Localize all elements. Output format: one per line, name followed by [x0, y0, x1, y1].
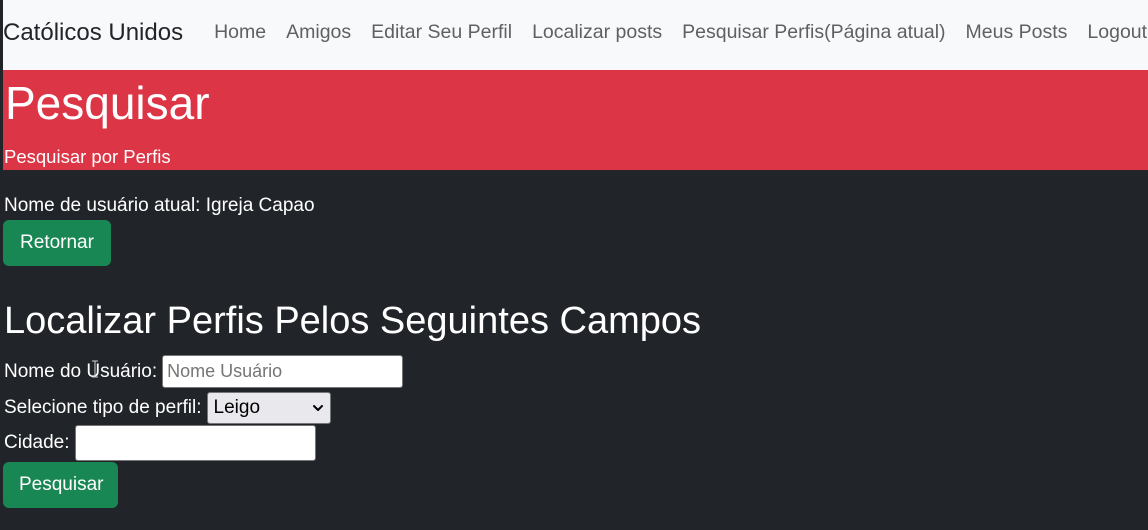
profile-type-selected: Leigo: [213, 397, 261, 418]
page: Católicos Unidos Home Amigos Editar Seu …: [0, 0, 1148, 530]
username-label: Nome do Usuário:: [4, 360, 158, 382]
back-button[interactable]: Retornar: [3, 220, 111, 266]
hero-banner: Pesquisar Pesquisar por Perfis: [3, 70, 1148, 170]
nav-link-amigos[interactable]: Amigos: [276, 23, 361, 47]
city-row: Cidade:: [4, 425, 316, 461]
nav-links: Home Amigos Editar Seu Perfil Localizar …: [199, 23, 1147, 47]
profile-type-select[interactable]: Leigo: [206, 392, 331, 424]
username-row: Nome do Usuário:: [4, 355, 404, 388]
username-input[interactable]: [162, 355, 404, 388]
navbar-brand[interactable]: Católicos Unidos: [3, 21, 183, 49]
nav-link-logout[interactable]: Logout: [1077, 23, 1147, 47]
city-input[interactable]: [74, 425, 316, 461]
chevron-down-icon: [312, 402, 324, 414]
nav-link-editar-perfil[interactable]: Editar Seu Perfil: [361, 23, 522, 47]
nav-link-pesquisar-perfis[interactable]: Pesquisar Perfis(Página atual): [672, 23, 955, 47]
current-user-text: Nome de usuário atual: Igreja Capao: [4, 195, 315, 216]
page-title: Pesquisar: [5, 77, 210, 129]
profile-type-label: Selecione tipo de perfil:: [4, 397, 202, 418]
search-section-title: Localizar Perfis Pelos Seguintes Campos: [4, 300, 702, 342]
nav-link-meus-posts[interactable]: Meus Posts: [956, 23, 1078, 47]
city-label: Cidade:: [4, 432, 70, 453]
nav-link-localizar-posts[interactable]: Localizar posts: [522, 23, 672, 47]
profile-type-row: Selecione tipo de perfil: Leigo: [4, 392, 331, 424]
page-subtitle: Pesquisar por Perfis: [4, 146, 171, 167]
text-cursor-icon: [91, 360, 99, 378]
nav-link-home[interactable]: Home: [199, 23, 276, 47]
navbar: Católicos Unidos Home Amigos Editar Seu …: [3, 0, 1148, 70]
search-button[interactable]: Pesquisar: [3, 462, 118, 508]
